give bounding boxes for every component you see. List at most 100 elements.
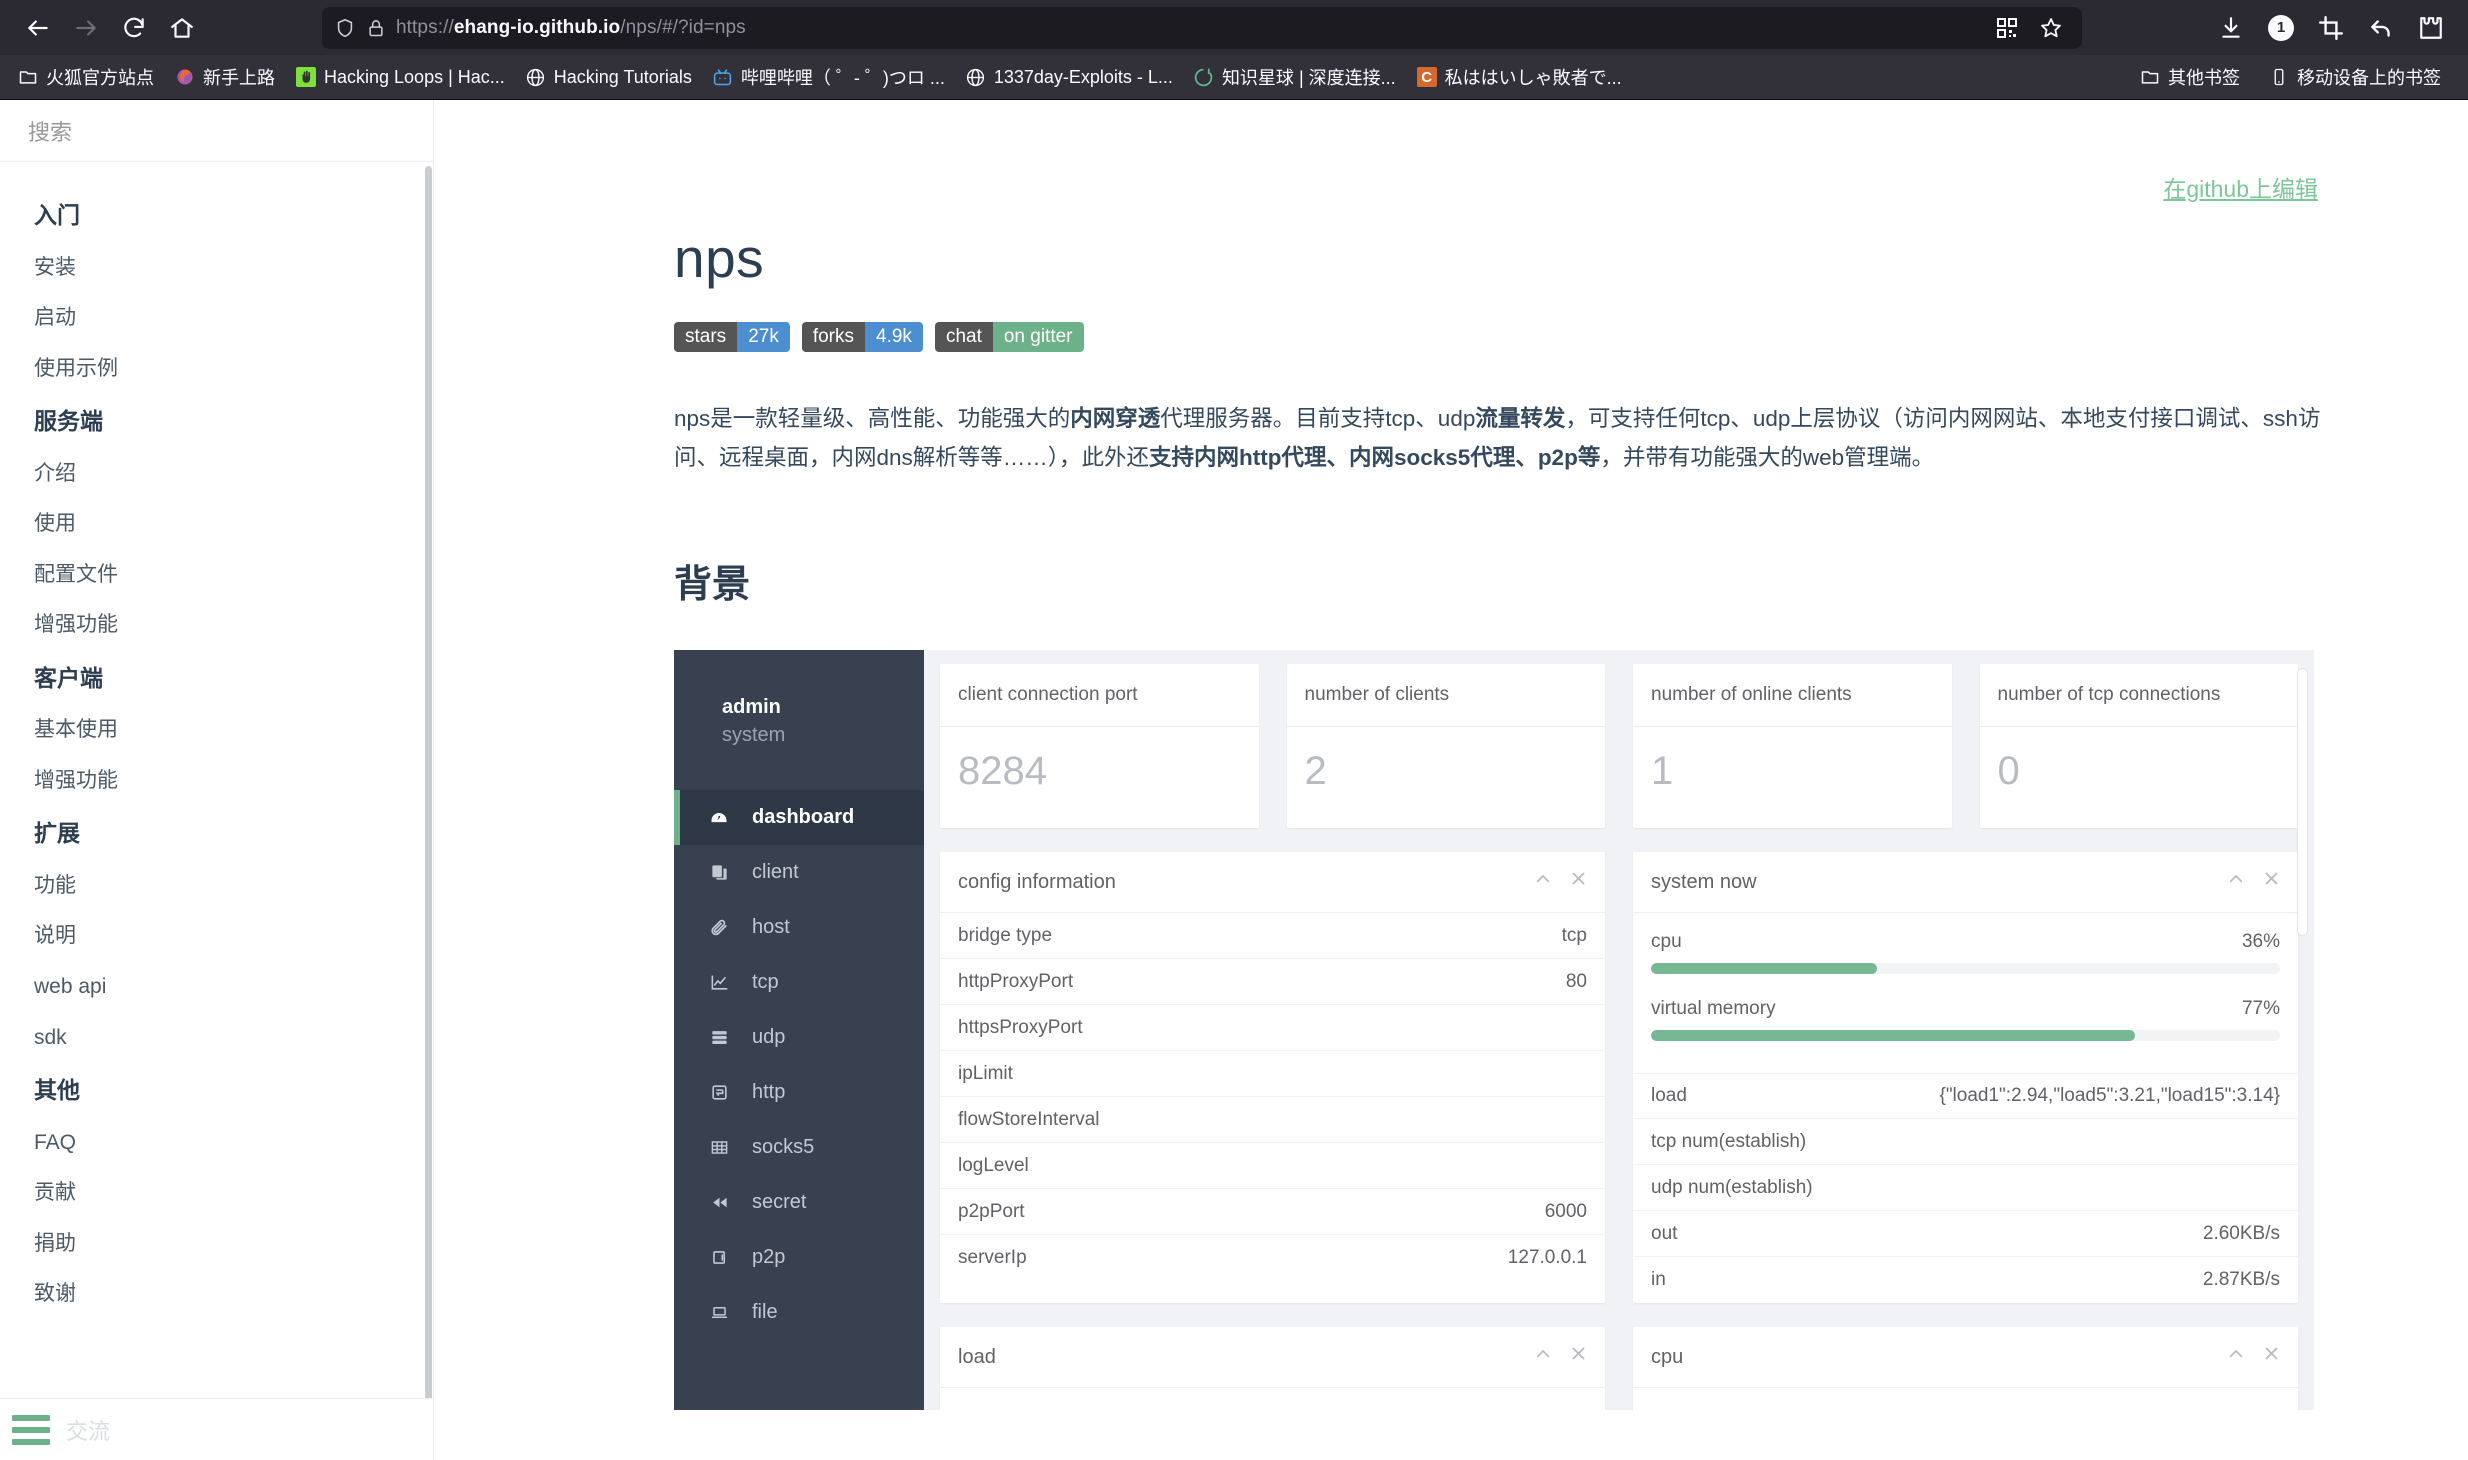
downloads-icon[interactable] bbox=[2208, 7, 2254, 49]
dashboard-nav-dashboard[interactable]: dashboard bbox=[674, 790, 924, 846]
panel-title: cpu bbox=[1651, 1345, 1684, 1368]
dashboard-panel-row: config information bridge type tcp httpP… bbox=[940, 852, 2298, 1304]
lock-icon[interactable] bbox=[366, 18, 386, 38]
stat-card-number-of-tcp-connections: number of tcp connections 0 bbox=[1979, 664, 2298, 829]
bookmark-star-icon[interactable] bbox=[2032, 11, 2070, 45]
navigation-toolbar: https://ehang-io.github.io/nps/#/?id=nps… bbox=[0, 0, 2468, 55]
sidebar-item-sdk[interactable]: sdk bbox=[0, 1013, 433, 1064]
config-key: ipLimit bbox=[958, 1062, 1013, 1084]
edit-on-github-link[interactable]: 在github上编辑 bbox=[2163, 176, 2318, 202]
sidebar-item-basic-usage[interactable]: 基本使用 bbox=[0, 705, 433, 756]
dashboard-nav-socks5[interactable]: socks5 bbox=[674, 1120, 924, 1175]
dashboard-scrollbar[interactable] bbox=[2297, 668, 2308, 937]
url-text[interactable]: https://ehang-io.github.io/nps/#/?id=nps bbox=[396, 17, 1978, 39]
sidebar-footer: 交流 bbox=[0, 1398, 433, 1460]
dashboard-nav-file[interactable]: file bbox=[674, 1285, 924, 1340]
hamburger-menu-icon[interactable] bbox=[12, 1414, 50, 1445]
other-bookmarks-folder[interactable]: 其他书签 bbox=[2130, 60, 2249, 94]
sidebar-item-start[interactable]: 启动 bbox=[0, 293, 433, 344]
chevron-up-icon[interactable] bbox=[1534, 1345, 1552, 1369]
sidebar-item-features[interactable]: 功能 bbox=[0, 861, 433, 912]
undo-arrow-icon[interactable] bbox=[2358, 7, 2404, 49]
bookmark-item[interactable]: 新手上路 bbox=[165, 60, 284, 94]
dashboard-nav-client[interactable]: client bbox=[674, 845, 924, 900]
stat-card-value: 8284 bbox=[958, 749, 1047, 794]
close-icon[interactable] bbox=[2263, 1345, 2280, 1369]
bookmark-item[interactable]: 哔哩哔哩（ ゜- ゜)つロ ... bbox=[703, 60, 954, 94]
search-input[interactable]: 搜索 bbox=[0, 100, 433, 162]
sidebar-item-usage[interactable]: 使用 bbox=[0, 499, 433, 550]
sidebar-item-client-features[interactable]: 增强功能 bbox=[0, 756, 433, 807]
config-key: logLevel bbox=[958, 1154, 1029, 1176]
dashboard-nav-http[interactable]: http bbox=[674, 1065, 924, 1120]
mobile-bookmarks-folder[interactable]: 移动设备上的书签 bbox=[2259, 60, 2450, 94]
bookmark-item[interactable]: Hacking Loops | Hac... bbox=[286, 62, 514, 92]
notification-count-badge[interactable]: 1 bbox=[2258, 7, 2304, 49]
sidebar-scrollbar[interactable] bbox=[425, 166, 432, 1456]
cpu-meter: cpu 36% bbox=[1633, 913, 2298, 980]
sidebar-group-title: 服务端 bbox=[34, 408, 103, 435]
qr-code-icon[interactable] bbox=[1988, 11, 2026, 45]
globe-icon bbox=[965, 66, 987, 88]
sidebar-item-intro[interactable]: 介绍 bbox=[0, 449, 433, 500]
intro-text-4: ，并带有功能强大的web管理端。 bbox=[1600, 444, 1935, 470]
sidebar-item-thanks[interactable]: 致谢 bbox=[0, 1269, 433, 1320]
config-row: ipLimit bbox=[940, 1051, 1605, 1098]
dashboard-nav-udp[interactable]: udp bbox=[674, 1010, 924, 1065]
close-icon[interactable] bbox=[1570, 1345, 1587, 1369]
bookmark-label: Hacking Loops | Hac... bbox=[324, 66, 505, 87]
close-icon[interactable] bbox=[2263, 870, 2280, 894]
sidebar-item-description[interactable]: 说明 bbox=[0, 911, 433, 962]
config-key: serverIp bbox=[958, 1247, 1027, 1269]
html5-icon bbox=[708, 1083, 730, 1102]
firefox-icon bbox=[174, 66, 196, 88]
sidebar-item-faq[interactable]: FAQ bbox=[0, 1118, 433, 1169]
back-button[interactable] bbox=[14, 6, 62, 50]
system-now-panel: system now cpu 36% virtual memory 77% lo… bbox=[1633, 852, 2298, 1304]
bookmark-label: 1337day-Exploits - L... bbox=[993, 66, 1173, 87]
dashboard-chart-row: load load bbox=[940, 1327, 2298, 1411]
chevron-up-icon[interactable] bbox=[2227, 1345, 2245, 1369]
bookmark-item[interactable]: 1337day-Exploits - L... bbox=[956, 62, 1182, 92]
sidebar-item-config-file[interactable]: 配置文件 bbox=[0, 550, 433, 601]
forward-button[interactable] bbox=[62, 6, 110, 50]
mobile-bookmarks-label: 移动设备上的书签 bbox=[2297, 68, 2441, 88]
badge-count: 1 bbox=[2268, 14, 2294, 41]
home-button[interactable] bbox=[158, 6, 206, 50]
dashboard-nav-secret[interactable]: secret bbox=[674, 1175, 924, 1230]
bookmark-item[interactable]: Hacking Tutorials bbox=[516, 62, 701, 92]
sidebar-item-donate[interactable]: 捐助 bbox=[0, 1219, 433, 1270]
sidebar-item-web-api[interactable]: web api bbox=[0, 962, 433, 1013]
extensions-puzzle-icon[interactable] bbox=[2408, 7, 2454, 49]
address-bar[interactable]: https://ehang-io.github.io/nps/#/?id=nps bbox=[322, 6, 2082, 49]
dashboard-nav-tcp[interactable]: tcp bbox=[674, 955, 924, 1010]
forks-badge[interactable]: forks 4.9k bbox=[801, 322, 923, 352]
sidebar-item-install[interactable]: 安装 bbox=[0, 243, 433, 294]
sidebar-footer-label: 交流 bbox=[66, 1418, 111, 1444]
sidebar-item-contribute[interactable]: 贡献 bbox=[0, 1168, 433, 1219]
sidebar-item-server-features[interactable]: 增强功能 bbox=[0, 600, 433, 651]
system-value: 2.60KB/s bbox=[2202, 1222, 2280, 1244]
screenshot-crop-icon[interactable] bbox=[2308, 7, 2354, 49]
system-row: in 2.87KB/s bbox=[1633, 1257, 2298, 1303]
bookmark-label: 新手上路 bbox=[203, 68, 275, 88]
memory-meter-track bbox=[1651, 1030, 2280, 1042]
dashboard-nav-p2p[interactable]: p2p bbox=[674, 1230, 924, 1285]
close-icon[interactable] bbox=[1570, 870, 1587, 894]
bookmark-item[interactable]: C 私ははいしゃ敗者で... bbox=[1407, 60, 1631, 94]
bookmark-item[interactable]: 火狐官方站点 bbox=[8, 60, 163, 94]
shield-icon[interactable] bbox=[334, 17, 356, 39]
system-key: out bbox=[1651, 1222, 1678, 1244]
dashboard-nav-host[interactable]: host bbox=[674, 900, 924, 955]
sidebar-item-examples[interactable]: 使用示例 bbox=[0, 344, 433, 395]
bookmark-item[interactable]: 知识星球 | 深度连接... bbox=[1184, 60, 1405, 94]
chat-badge[interactable]: chat on gitter bbox=[934, 322, 1084, 352]
chevron-up-icon[interactable] bbox=[1534, 870, 1552, 894]
stars-badge[interactable]: stars 27k bbox=[674, 322, 790, 352]
urlbar-actions bbox=[1988, 11, 2070, 45]
panel-actions bbox=[1534, 870, 1587, 894]
chevron-up-icon[interactable] bbox=[2227, 870, 2245, 894]
dashboard-nav-label: client bbox=[752, 861, 799, 884]
reload-button[interactable] bbox=[110, 6, 158, 50]
dashboard-nav-label: socks5 bbox=[752, 1136, 815, 1159]
